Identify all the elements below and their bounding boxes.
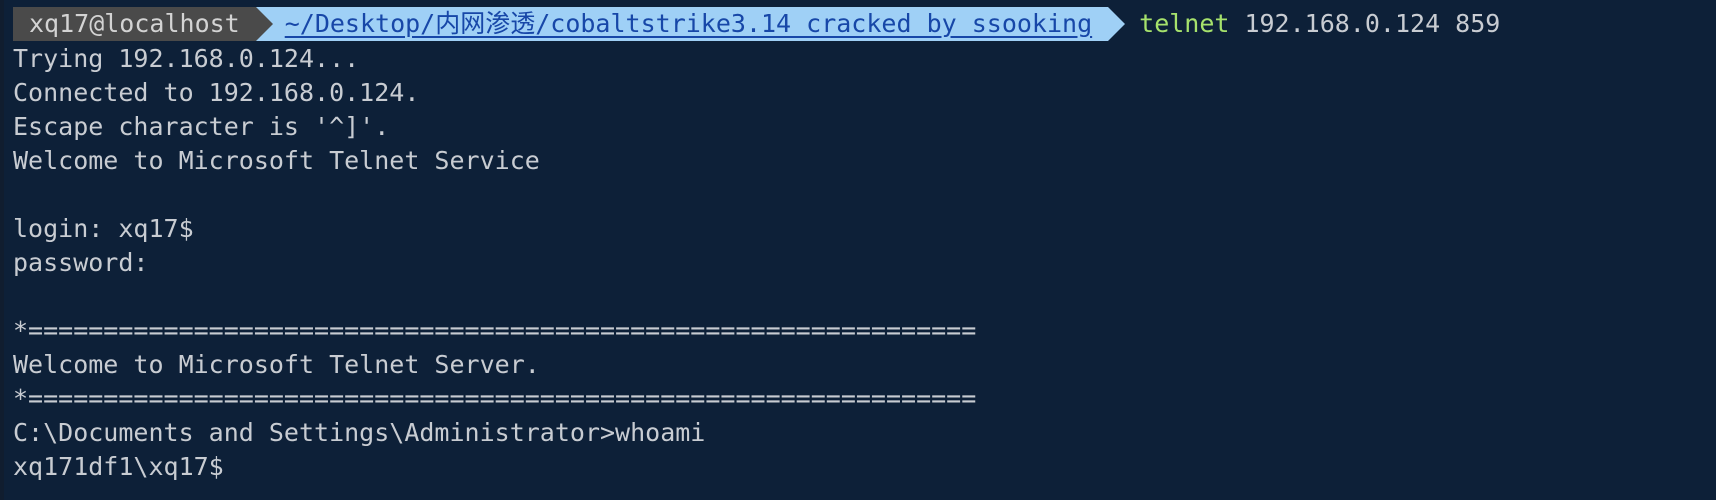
prompt-path-segment[interactable]: ~/Desktop/内网渗透/cobaltstrike3.14_cracked_… xyxy=(272,7,1109,41)
prompt-host-segment: xq17@localhost xyxy=(13,7,256,41)
output-line: xq171df1\xq17$ xyxy=(13,452,224,481)
command-args: 192.168.0.124 859 xyxy=(1244,9,1501,38)
output-line: Welcome to Microsoft Telnet Server. xyxy=(13,350,540,379)
output-line: C:\Documents and Settings\Administrator>… xyxy=(13,418,706,447)
prompt-path-arrow-icon xyxy=(1108,7,1126,41)
terminal-left-edge xyxy=(0,0,4,500)
shell-prompt: xq17@localhost ~/Desktop/内网渗透/cobaltstri… xyxy=(13,7,1500,41)
output-line: Trying 192.168.0.124... xyxy=(13,44,360,73)
output-line: Welcome to Microsoft Telnet Service xyxy=(13,146,540,175)
terminal-output: Trying 192.168.0.124... Connected to 192… xyxy=(13,42,976,484)
output-line: *=======================================… xyxy=(13,316,977,345)
command-name: telnet xyxy=(1139,9,1230,38)
output-line: login: xq17$ xyxy=(13,214,194,243)
output-line: Connected to 192.168.0.124. xyxy=(13,78,420,107)
terminal-window[interactable]: xq17@localhost ~/Desktop/内网渗透/cobaltstri… xyxy=(0,0,1716,500)
prompt-host-arrow-icon xyxy=(255,7,273,41)
output-line: Escape character is '^]'. xyxy=(13,112,390,141)
output-line: *=======================================… xyxy=(13,384,977,413)
prompt-command: telnet 192.168.0.124 859 xyxy=(1139,7,1500,41)
output-line: password: xyxy=(13,248,149,277)
